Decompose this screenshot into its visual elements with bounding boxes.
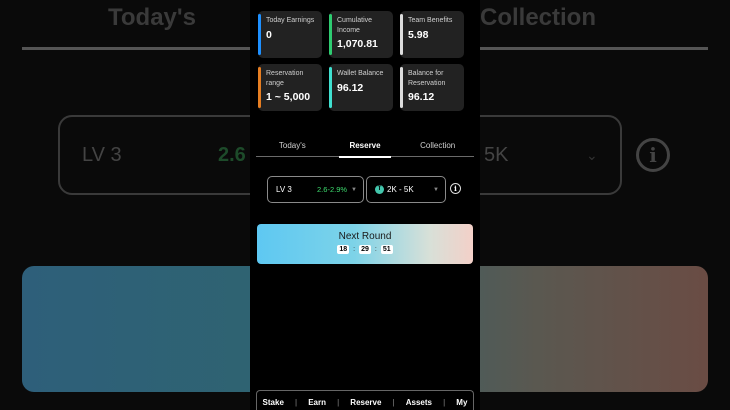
stat-value: 96.12 xyxy=(337,82,364,94)
stat-value: 5.98 xyxy=(408,29,429,41)
timer-hours: 18 xyxy=(337,245,350,254)
nav-earn[interactable]: Earn xyxy=(308,398,326,407)
timer-separator: : xyxy=(374,246,377,253)
stat-card-wallet-balance: Wallet Balance 96.12 xyxy=(329,64,393,111)
bg-info-icon: i xyxy=(636,138,670,172)
bg-chevron-down-icon: ⌄ xyxy=(586,147,598,163)
range-select[interactable]: T 2K - 5K ▼ xyxy=(366,176,446,203)
next-round-title: Next Round xyxy=(338,231,392,242)
stat-label: Today Earnings xyxy=(266,17,315,24)
stat-card-reservation-range: Reservation range 1 ~ 5,000 xyxy=(258,64,322,111)
chevron-down-icon: ▼ xyxy=(433,186,439,193)
bg-percent: 2.6 xyxy=(218,144,246,166)
level-percent: 2.6-2.9% xyxy=(317,185,348,194)
tab-reserve[interactable]: Reserve xyxy=(329,139,402,158)
nav-divider: | xyxy=(443,398,446,407)
stat-value: 96.12 xyxy=(408,91,435,103)
stat-card-cumulative-income: Cumulative Income 1,070.81 xyxy=(329,11,393,58)
nav-my[interactable]: My xyxy=(456,398,467,407)
nav-assets[interactable]: Assets xyxy=(406,398,432,407)
accent-bar xyxy=(329,14,332,55)
bg-range: 5K xyxy=(484,144,509,166)
bg-tab-collection: Collection xyxy=(480,4,597,31)
nav-divider: | xyxy=(337,398,340,407)
accent-bar xyxy=(329,67,332,108)
stat-label: Balance for Reservation xyxy=(408,70,446,87)
stat-value: 1 ~ 5,000 xyxy=(266,91,311,103)
stat-label: Wallet Balance xyxy=(337,70,384,77)
stat-label: Reservation range xyxy=(266,70,304,87)
tab-todays[interactable]: Today's xyxy=(256,139,329,156)
countdown-timer: 18 : 29 : 51 xyxy=(257,245,473,254)
accent-bar xyxy=(258,67,261,108)
stat-card-balance-for-reservation: Balance for Reservation 96.12 xyxy=(400,64,464,111)
tether-icon: T xyxy=(375,185,384,194)
next-round-banner: Next Round 18 : 29 : 51 xyxy=(257,224,473,264)
stat-card-today-earnings: Today Earnings 0 xyxy=(258,11,322,58)
stat-value: 1,070.81 xyxy=(337,38,378,50)
stats-grid: Today Earnings 0 Cumulative Income 1,070… xyxy=(258,11,474,111)
timer-separator: : xyxy=(353,246,356,253)
bottom-nav: Stake | Earn | Reserve | Assets | My xyxy=(256,390,474,410)
tab-bar: Today's Reserve Collection xyxy=(256,139,474,158)
info-icon[interactable]: i xyxy=(450,183,461,194)
range-label: 2K - 5K xyxy=(387,185,414,194)
stat-value: 0 xyxy=(266,29,272,41)
level-select[interactable]: LV 3 2.6-2.9% ▼ xyxy=(267,176,364,203)
tab-collection[interactable]: Collection xyxy=(401,139,474,156)
nav-divider: | xyxy=(392,398,395,407)
bg-level: LV 3 xyxy=(82,144,122,166)
nav-divider: | xyxy=(295,398,298,407)
stat-card-team-benefits: Team Benefits 5.98 xyxy=(400,11,464,58)
accent-bar xyxy=(258,14,261,55)
timer-seconds: 51 xyxy=(380,245,393,254)
bg-tab-today: Today's xyxy=(108,4,196,31)
accent-bar xyxy=(400,67,403,108)
chevron-down-icon: ▼ xyxy=(351,186,357,193)
timer-minutes: 29 xyxy=(359,245,371,254)
level-label: LV 3 xyxy=(276,185,292,194)
accent-bar xyxy=(400,14,403,55)
stat-label: Cumulative Income xyxy=(337,17,373,34)
nav-stake[interactable]: Stake xyxy=(263,398,284,407)
nav-reserve[interactable]: Reserve xyxy=(350,398,381,407)
stat-label: Team Benefits xyxy=(408,17,453,24)
phone-screen: Today Earnings 0 Cumulative Income 1,070… xyxy=(250,0,480,410)
